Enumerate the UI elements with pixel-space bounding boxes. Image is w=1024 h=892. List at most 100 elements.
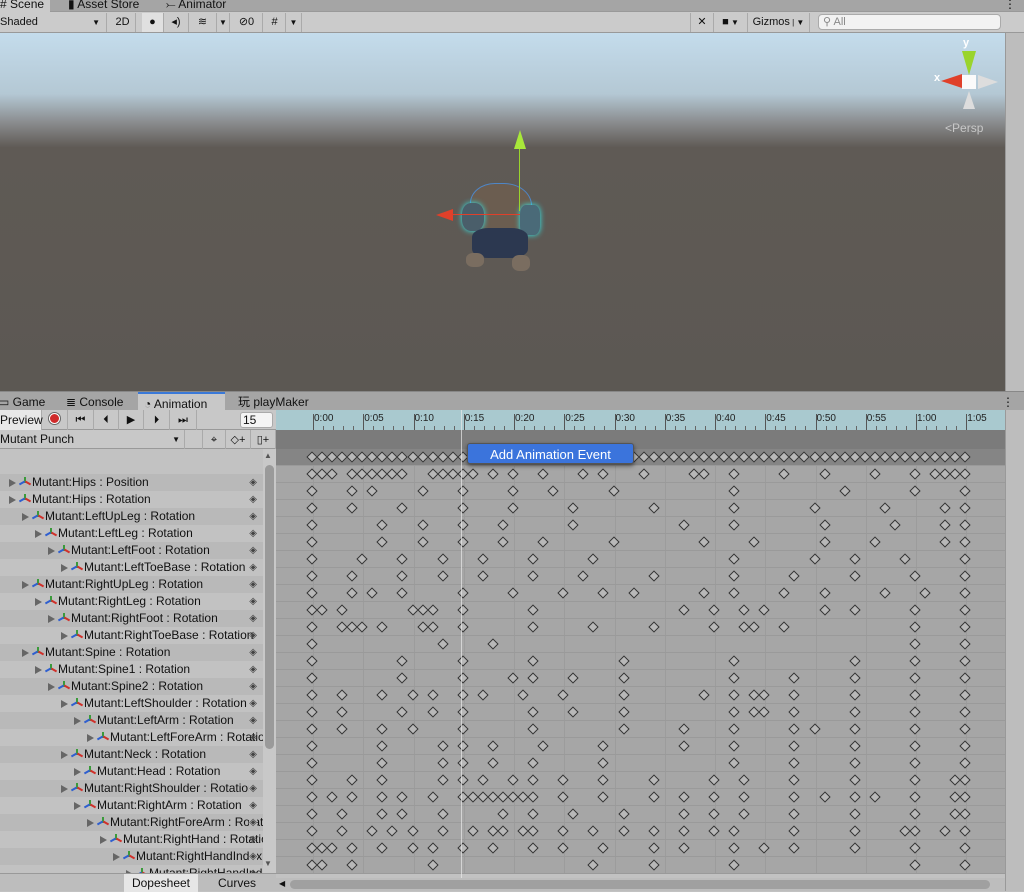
keyframe[interactable] — [889, 519, 901, 531]
keyframe[interactable] — [376, 519, 389, 531]
keyframe-toggle-icon[interactable]: ◈ — [249, 831, 257, 848]
keyframe[interactable] — [376, 536, 389, 548]
hidden-objects-toggle[interactable]: ⊘0 — [231, 13, 263, 32]
keyframe[interactable] — [316, 859, 328, 871]
keyframe[interactable] — [788, 672, 801, 684]
keyframe[interactable] — [567, 706, 579, 718]
gizmo-x-cone[interactable] — [941, 74, 962, 88]
keyframe[interactable] — [597, 740, 610, 752]
keyframe[interactable] — [728, 757, 740, 769]
property-row[interactable]: Mutant:Spine2 : Rotation ◈ — [0, 678, 263, 695]
expand-arrow-icon[interactable] — [100, 836, 107, 844]
keyframe[interactable] — [306, 638, 318, 650]
keyframe[interactable] — [648, 774, 660, 786]
previous-keyframe-button[interactable]: ⏴ — [94, 410, 119, 430]
keyframe[interactable] — [627, 587, 640, 599]
tab-animator[interactable]: ⤚ Animator — [160, 0, 232, 12]
keyframe-toggle-icon[interactable]: ◈ — [249, 848, 257, 865]
keyframe-toggle-icon[interactable]: ◈ — [249, 491, 257, 508]
keyframe[interactable] — [849, 655, 861, 667]
keyframe[interactable] — [849, 723, 861, 735]
keyframe[interactable] — [396, 655, 409, 667]
keyframe[interactable] — [758, 706, 770, 718]
add-animation-event-menu-item[interactable]: Add Animation Event — [467, 443, 634, 464]
scroll-thumb[interactable] — [290, 880, 990, 889]
keyframe[interactable] — [818, 587, 831, 599]
keyframe[interactable] — [457, 621, 469, 633]
keyframe[interactable] — [788, 774, 801, 786]
keyframe[interactable] — [678, 842, 690, 854]
keyframe[interactable] — [336, 825, 348, 837]
keyframe[interactable] — [909, 706, 921, 718]
keyframe[interactable] — [708, 774, 720, 786]
keyframe-track[interactable] — [276, 687, 1005, 704]
keyframe[interactable] — [849, 842, 861, 854]
keyframe-toggle-icon[interactable]: ◈ — [249, 627, 257, 644]
crosshair-icon[interactable]: ⌖ — [202, 430, 226, 450]
keyframe-toggle-icon[interactable]: ◈ — [249, 695, 257, 712]
keyframe[interactable] — [939, 502, 951, 514]
keyframe[interactable] — [477, 689, 489, 701]
keyframe[interactable] — [416, 485, 429, 497]
keyframe[interactable] — [457, 536, 469, 548]
keyframe[interactable] — [457, 502, 469, 514]
keyframe[interactable] — [366, 587, 378, 599]
keyframe[interactable] — [557, 842, 569, 854]
keyframe-toggle-icon[interactable]: ◈ — [249, 661, 257, 678]
event-track[interactable] — [276, 430, 1005, 449]
keyframe[interactable] — [738, 604, 750, 616]
property-row[interactable]: Mutant:Spine1 : Rotation ◈ — [0, 661, 263, 678]
gizmo-y-cone[interactable] — [962, 51, 976, 75]
keyframe-track[interactable] — [276, 704, 1005, 721]
expand-arrow-icon[interactable] — [74, 768, 81, 776]
keyframe[interactable] — [457, 485, 469, 497]
keyframe[interactable] — [818, 468, 831, 480]
gizmos-dropdown[interactable]: Gizmos | ▼ — [748, 13, 810, 32]
keyframe[interactable] — [597, 587, 610, 599]
keyframe[interactable] — [909, 570, 921, 582]
keyframe[interactable] — [406, 825, 419, 837]
move-gizmo-x-arrow[interactable] — [436, 209, 453, 221]
more-menu-icon[interactable]: ⋮ — [998, 0, 1022, 12]
keyframe[interactable] — [728, 587, 740, 599]
keyframe[interactable] — [316, 604, 328, 616]
keyframe[interactable] — [728, 859, 740, 871]
keyframe[interactable] — [597, 842, 610, 854]
keyframe[interactable] — [376, 808, 389, 820]
keyframe[interactable] — [557, 587, 569, 599]
keyframe[interactable] — [557, 791, 569, 803]
keyframe[interactable] — [326, 791, 338, 803]
move-gizmo-x-axis[interactable] — [452, 214, 520, 215]
keyframe[interactable] — [728, 825, 740, 837]
tab-playmaker[interactable]: 玩 playMaker — [232, 392, 315, 411]
keyframe[interactable] — [959, 621, 971, 633]
keyframe[interactable] — [838, 485, 851, 497]
keyframe[interactable] — [567, 519, 579, 531]
keyframe[interactable] — [617, 655, 630, 667]
keyframe[interactable] — [567, 672, 579, 684]
keyframe[interactable] — [346, 842, 358, 854]
keyframe[interactable] — [728, 519, 740, 531]
keyframe[interactable] — [708, 791, 720, 803]
keyframe[interactable] — [567, 502, 579, 514]
keyframe[interactable] — [678, 808, 690, 820]
keyframe[interactable] — [487, 468, 499, 480]
keyframe[interactable] — [457, 723, 469, 735]
property-row[interactable]: Mutant:LeftLeg : Rotation ◈ — [0, 525, 263, 542]
keyframe-toggle-icon[interactable]: ◈ — [249, 644, 257, 661]
keyframe[interactable] — [728, 842, 740, 854]
keyframe-track[interactable] — [276, 670, 1005, 687]
record-button[interactable] — [42, 410, 68, 430]
keyframe[interactable] — [788, 723, 801, 735]
keyframe[interactable] — [436, 570, 449, 582]
keyframe-toggle-icon[interactable]: ◈ — [249, 593, 257, 610]
keyframe[interactable] — [457, 842, 469, 854]
keyframe[interactable] — [808, 723, 821, 735]
keyframe-toggle-icon[interactable]: ◈ — [249, 780, 257, 797]
keyframe[interactable] — [557, 774, 569, 786]
keyframe-track[interactable] — [276, 738, 1005, 755]
keyframe[interactable] — [849, 570, 861, 582]
expand-arrow-icon[interactable] — [35, 666, 42, 674]
keyframe[interactable] — [497, 536, 509, 548]
keyframe-toggle-icon[interactable]: ◈ — [249, 712, 257, 729]
